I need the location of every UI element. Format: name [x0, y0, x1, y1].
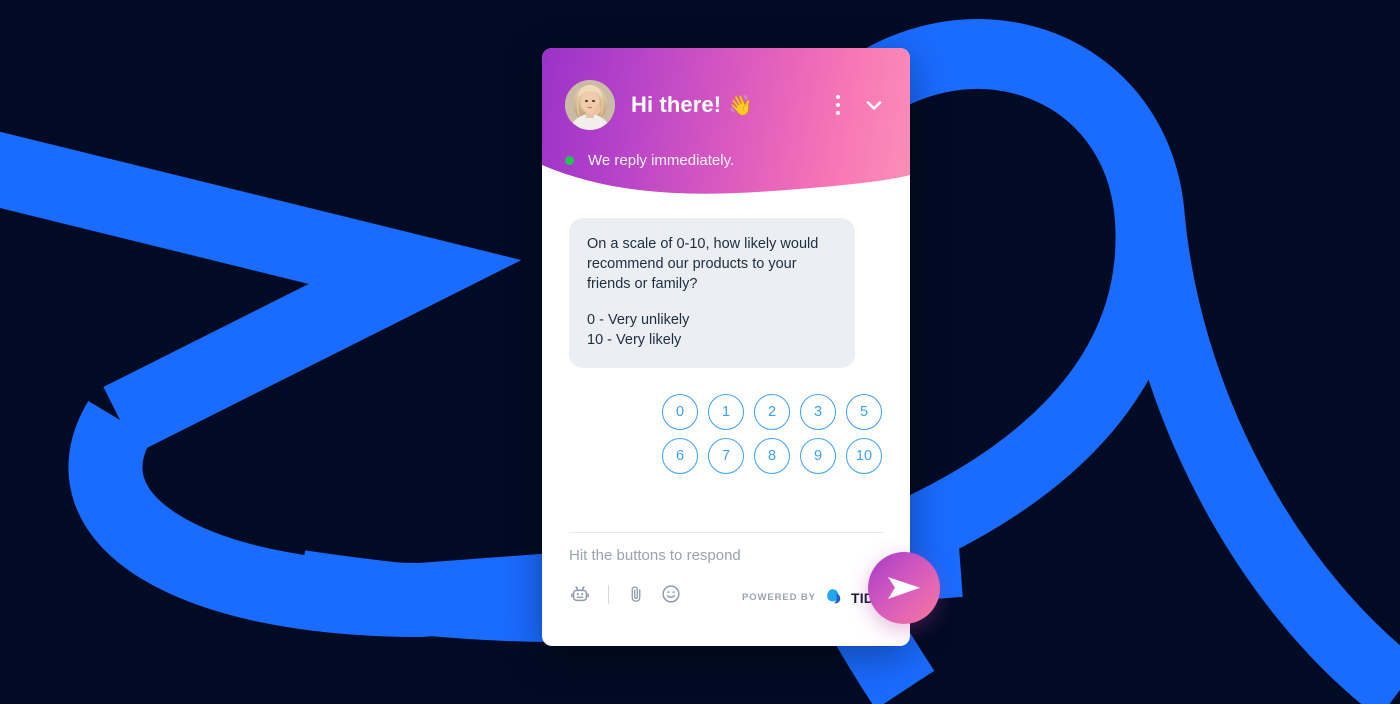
collapse-chat-button[interactable]: [862, 93, 886, 117]
chat-title: Hi there! 👋: [631, 92, 753, 118]
nps-choice-button[interactable]: 1: [708, 394, 744, 430]
chat-message-area: On a scale of 0-10, how likely would rec…: [542, 196, 910, 573]
nps-choice-button[interactable]: 10: [846, 438, 882, 474]
attach-file-button[interactable]: [626, 583, 646, 605]
online-status-dot: [565, 156, 574, 165]
waving-hand-icon: 👋: [728, 94, 754, 117]
nps-choice-button[interactable]: 8: [754, 438, 790, 474]
chat-header: Hi there! 👋 We reply immediately.: [542, 48, 910, 197]
bot-button[interactable]: [569, 583, 591, 605]
send-paper-plane-icon: [888, 577, 920, 599]
nps-question-text: On a scale of 0-10, how likely would rec…: [587, 236, 819, 292]
chevron-down-icon: [866, 101, 882, 110]
composer-tools: [569, 583, 682, 605]
agent-avatar-photo: [565, 80, 615, 130]
scale-high-label: 10 - Very likely: [587, 332, 682, 348]
message-input[interactable]: Hit the buttons to respond: [569, 547, 741, 564]
tools-divider: [608, 584, 609, 604]
nps-choice-button[interactable]: 6: [662, 438, 698, 474]
header-wave-divider: [542, 165, 910, 197]
nps-choice-button[interactable]: 7: [708, 438, 744, 474]
tidio-logo-icon: [827, 589, 841, 604]
kebab-menu-icon: [836, 95, 840, 115]
tidio-chat-widget: Hi there! 👋 We reply immediately. On a s…: [542, 48, 910, 646]
chat-header-top: Hi there! 👋: [542, 48, 910, 144]
attachment-paperclip-icon: [631, 586, 641, 602]
nps-choice-button[interactable]: 3: [800, 394, 836, 430]
nps-choice-row: 0 1 2 3 5: [662, 394, 882, 430]
kebab-menu-button[interactable]: [836, 95, 840, 115]
nps-choice-button[interactable]: 2: [754, 394, 790, 430]
nps-choice-button[interactable]: 0: [662, 394, 698, 430]
composer-divider: [569, 532, 883, 533]
bot-icon: [571, 586, 589, 602]
agent-avatar: [565, 80, 615, 130]
emoji-smiley-icon: [662, 585, 680, 603]
nps-choice-button[interactable]: 9: [800, 438, 836, 474]
nps-choice-row: 6 7 8 9 10: [662, 438, 882, 474]
nps-choice-buttons: 0 1 2 3 5 6 7 8 9 10: [542, 394, 882, 474]
chat-title-text: Hi there!: [631, 92, 722, 117]
chat-composer: Hit the buttons to respond POWERED BY: [542, 532, 910, 646]
chat-header-actions: [836, 93, 890, 117]
nps-choice-button[interactable]: 5: [846, 394, 882, 430]
bot-message-bubble: On a scale of 0-10, how likely would rec…: [569, 218, 855, 368]
emoji-picker-button[interactable]: [660, 583, 682, 605]
send-message-button[interactable]: [868, 552, 940, 624]
scale-low-label: 0 - Very unlikely: [587, 312, 690, 328]
powered-by-label: POWERED BY: [742, 592, 816, 603]
